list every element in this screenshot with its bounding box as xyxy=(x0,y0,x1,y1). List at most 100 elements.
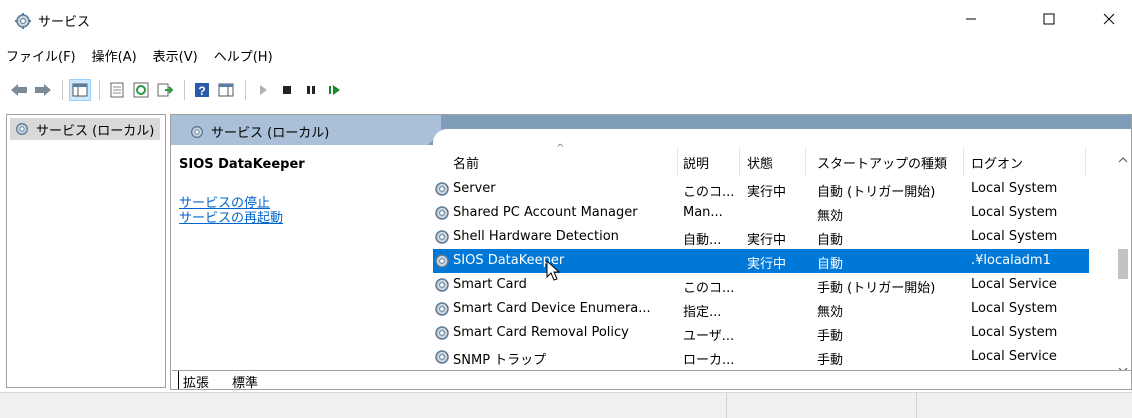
cell-name: Shared PC Account Manager xyxy=(453,205,638,220)
cell-name: SIOS DataKeeper xyxy=(453,253,565,268)
title-bar: サービス xyxy=(0,0,1132,38)
show-hide-console-tree-button[interactable] xyxy=(69,79,91,101)
column-header-name[interactable]: 名前 xyxy=(449,153,479,177)
cell-startup-type: 手動 xyxy=(817,329,844,344)
pane-header-label: サービス (ローカル) xyxy=(189,122,329,141)
cell-name: Server xyxy=(453,181,496,196)
column-separator xyxy=(963,147,964,175)
column-header-status[interactable]: 状態 xyxy=(743,153,773,177)
toolbar: ? xyxy=(0,76,1132,104)
cell-description: ローカ... xyxy=(683,353,735,368)
cell-logon: Local System xyxy=(971,205,1058,220)
column-separator xyxy=(677,147,678,175)
cell-status: 実行中 xyxy=(747,257,787,272)
tab-extended[interactable]: 拡張 xyxy=(178,371,214,389)
back-arrow-icon xyxy=(11,84,27,96)
minimize-button[interactable] xyxy=(948,0,994,38)
restart-service-link[interactable]: サービスの再起動 xyxy=(179,211,439,226)
cell-startup-type: 手動 xyxy=(817,353,844,368)
toolbar-separator xyxy=(99,80,100,100)
show-action-pane-button[interactable] xyxy=(215,79,237,101)
list-header: ^ 名前 説明 状態 スタートアップの種類 ログオン xyxy=(433,143,1089,177)
table-row[interactable]: Server このコ... 実行中 自動 (トリガー開始) Local System xyxy=(433,177,1089,201)
cell-logon: Local Service xyxy=(971,277,1057,292)
cell-description: ユーザ... xyxy=(683,329,735,344)
table-row[interactable]: Shell Hardware Detection 自動... 実行中 自動 Local … xyxy=(433,225,1089,249)
list-rows: Server このコ... 実行中 自動 (トリガー開始) Local System Sh… xyxy=(433,177,1089,369)
show-action-pane-icon xyxy=(218,83,234,97)
service-gear-icon xyxy=(435,182,449,196)
column-separator xyxy=(1085,147,1086,175)
svg-text:?: ? xyxy=(198,84,205,98)
status-bar xyxy=(0,392,1132,418)
service-gear-icon xyxy=(435,206,449,220)
stop-service-button[interactable] xyxy=(276,79,298,101)
services-pane: サービス (ローカル) SIOS DataKeeper サービスの停止 サービス… xyxy=(170,114,1132,390)
cell-description: 指定... xyxy=(683,305,722,320)
maximize-icon xyxy=(1043,13,1055,25)
cell-name: SNMP トラップ xyxy=(453,353,547,368)
tree-item-services-local[interactable]: サービス (ローカル) xyxy=(10,118,160,140)
column-header-description[interactable]: 説明 xyxy=(679,153,709,177)
export-list-button[interactable] xyxy=(154,79,176,101)
menu-action[interactable]: 操作(A) xyxy=(84,44,145,68)
window-title: サービス xyxy=(38,15,91,30)
table-row[interactable]: Smart Card このコ... 手動 (トリガー開始) Local Service xyxy=(433,273,1089,297)
table-row[interactable]: SNMP トラップ ローカ... 手動 Local Service xyxy=(433,345,1089,369)
help-button[interactable]: ? xyxy=(191,79,213,101)
sort-ascending-icon: ^ xyxy=(556,143,565,154)
cell-logon: Local System xyxy=(971,301,1058,316)
menu-help[interactable]: ヘルプ(H) xyxy=(206,44,281,68)
maximize-button[interactable] xyxy=(1026,0,1072,38)
table-row[interactable]: Smart Card Removal Policy ユーザ... 手動 Local S… xyxy=(433,321,1089,345)
services-gear-icon xyxy=(15,13,31,29)
pane-header: サービス (ローカル) xyxy=(171,115,1131,145)
cell-startup-type: 手動 (トリガー開始) xyxy=(817,281,936,296)
pane-header-title: サービス (ローカル) xyxy=(211,126,330,141)
column-header-logon[interactable]: ログオン xyxy=(967,153,1023,177)
refresh-button[interactable] xyxy=(130,79,152,101)
forward-button[interactable] xyxy=(32,79,54,101)
cell-startup-type: 自動 (トリガー開始) xyxy=(817,185,936,200)
toolbar-separator xyxy=(245,80,246,100)
table-row[interactable]: Shared PC Account Manager Man... 無効 Local S… xyxy=(433,201,1089,225)
table-row[interactable]: SIOS DataKeeper 実行中 自動 .¥localadm1 xyxy=(433,249,1089,273)
service-gear-icon xyxy=(435,254,449,268)
menu-file[interactable]: ファイル(F) xyxy=(0,44,84,68)
cell-startup-type: 無効 xyxy=(817,209,844,224)
console-tree: サービス (ローカル) xyxy=(6,114,166,388)
back-button[interactable] xyxy=(8,79,30,101)
menu-view[interactable]: 表示(V) xyxy=(145,44,206,68)
show-hide-console-tree-icon xyxy=(72,83,88,97)
refresh-icon xyxy=(133,82,149,98)
resume-service-icon xyxy=(329,85,340,95)
cell-name: Shell Hardware Detection xyxy=(453,229,619,244)
scrollbar-thumb[interactable] xyxy=(1118,249,1128,279)
table-row[interactable]: Smart Card Device Enumera... 指定... 無効 Local… xyxy=(433,297,1089,321)
cell-logon: Local System xyxy=(971,229,1058,244)
help-icon: ? xyxy=(195,83,209,98)
vertical-scrollbar[interactable] xyxy=(1114,145,1131,389)
service-gear-icon xyxy=(435,230,449,244)
resume-service-button[interactable] xyxy=(324,79,346,101)
service-gear-icon xyxy=(435,350,449,364)
service-gear-icon xyxy=(435,326,449,340)
cell-startup-type: 自動 xyxy=(817,233,844,248)
services-gear-icon xyxy=(16,123,28,135)
pause-service-button[interactable] xyxy=(300,79,322,101)
column-header-startup-type[interactable]: スタートアップの種類 xyxy=(813,153,947,177)
forward-arrow-icon xyxy=(35,84,51,96)
cell-name: Smart Card Device Enumera... xyxy=(453,301,651,316)
view-tabs: 拡張 標準 xyxy=(172,370,1131,389)
column-separator xyxy=(805,147,806,175)
toolbar-separator xyxy=(184,80,185,100)
menu-bar: ファイル(F) 操作(A) 表示(V) ヘルプ(H) xyxy=(0,44,281,68)
stop-service-link[interactable]: サービスの停止 xyxy=(179,196,439,211)
properties-button[interactable] xyxy=(106,79,128,101)
toolbar-separator xyxy=(62,80,63,100)
close-button[interactable] xyxy=(1086,0,1132,38)
tab-standard[interactable]: 標準 xyxy=(228,371,262,389)
close-icon xyxy=(1103,13,1115,25)
start-service-button[interactable] xyxy=(252,79,274,101)
service-gear-icon xyxy=(435,302,449,316)
